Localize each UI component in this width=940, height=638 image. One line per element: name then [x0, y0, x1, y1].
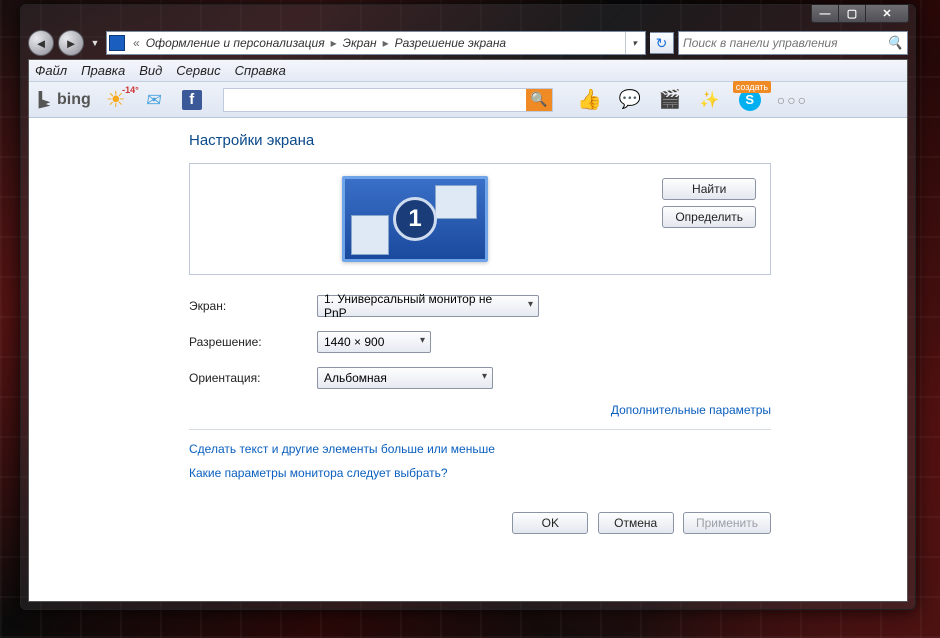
bing-text: bing [57, 91, 91, 109]
menu-help[interactable]: Справка [235, 63, 286, 78]
search-input[interactable] [683, 36, 887, 50]
advanced-settings-link[interactable]: Дополнительные параметры [611, 403, 771, 417]
tools-icon[interactable]: ✨ [697, 87, 723, 113]
ok-button[interactable]: OK [512, 512, 588, 534]
orientation-select[interactable]: Альбомная [317, 367, 493, 389]
search-box[interactable]: 🔍 [678, 31, 908, 55]
forward-button[interactable]: ► [58, 30, 84, 56]
chevron-right-icon: ▸ [327, 36, 341, 50]
window-controls: — ▢ ✕ [812, 5, 909, 23]
menu-view[interactable]: Вид [139, 63, 162, 78]
cancel-button[interactable]: Отмена [598, 512, 674, 534]
skype-badge: создать [733, 81, 771, 93]
apply-button[interactable]: Применить [683, 512, 771, 534]
breadcrumb-resolution[interactable]: Разрешение экрана [395, 36, 506, 50]
toolbar-search-button[interactable]: 🔍 [526, 89, 552, 111]
address-dropdown[interactable]: ▾ [625, 32, 643, 54]
skype-icon[interactable]: создать S [737, 87, 763, 113]
separator [189, 429, 771, 430]
refresh-button[interactable]: ↻ [650, 32, 674, 54]
toolbar-search-input[interactable] [224, 89, 526, 111]
monitor-preview[interactable]: 1 [342, 176, 488, 262]
breadcrumb-display[interactable]: Экран [343, 36, 377, 50]
weather-temp: -14° [122, 85, 139, 95]
like-icon[interactable]: 👍 [577, 87, 603, 113]
mail-icon[interactable]: ✉ [139, 87, 169, 113]
chevron-right-icon: ▸ [379, 36, 393, 50]
help-links: Сделать текст и другие элементы больше и… [189, 442, 771, 480]
resolution-select[interactable]: 1440 × 900 [317, 331, 431, 353]
bing-toolbar: bing ☀-14° ✉ f 🔍 👍 💬 🎬 ✨ создать S ○○○ [29, 82, 907, 118]
close-button[interactable]: ✕ [865, 5, 909, 23]
bing-logo[interactable]: bing [35, 91, 91, 109]
menu-edit[interactable]: Правка [81, 63, 125, 78]
screen-select[interactable]: 1. Универсальный монитор не PnP [317, 295, 539, 317]
settings-grid: Экран: 1. Универсальный монитор не PnP Р… [189, 295, 771, 417]
chat-icon[interactable]: 💬 [617, 87, 643, 113]
monitor-number-badge: 1 [393, 197, 437, 241]
chevron-left-icon: « [129, 36, 144, 50]
maximize-button[interactable]: ▢ [838, 5, 866, 23]
toolbar-right-icons: 👍 💬 🎬 ✨ создать S ○○○ [577, 87, 808, 113]
menu-bar: Файл Правка Вид Сервис Справка [29, 60, 907, 82]
dialog-buttons: OK Отмена Применить [189, 498, 771, 534]
detect-button[interactable]: Определить [662, 206, 756, 228]
find-button[interactable]: Найти [662, 178, 756, 200]
monitor-arrangement-box: 1 Найти Определить [189, 163, 771, 275]
screen-label: Экран: [189, 299, 317, 313]
content-area: Настройки экрана 1 Найти Определить Экра… [29, 118, 907, 601]
bing-icon [35, 91, 53, 109]
menu-file[interactable]: Файл [35, 63, 67, 78]
menu-service[interactable]: Сервис [176, 63, 220, 78]
page-title: Настройки экрана [189, 132, 771, 149]
recent-dropdown[interactable]: ▼ [88, 32, 102, 54]
toolbar-search: 🔍 [223, 88, 553, 112]
facebook-icon[interactable]: f [179, 87, 205, 113]
breadcrumb-appearance[interactable]: Оформление и персонализация [146, 36, 325, 50]
explorer-window: — ▢ ✕ ◄ ► ▼ « Оформление и персонализаци… [20, 4, 916, 610]
resolution-label: Разрешение: [189, 335, 317, 349]
search-icon[interactable]: 🔍 [887, 35, 903, 51]
orientation-label: Ориентация: [189, 371, 317, 385]
minimize-button[interactable]: — [811, 5, 839, 23]
weather-icon[interactable]: ☀-14° [103, 87, 129, 113]
which-settings-link[interactable]: Какие параметры монитора следует выбрать… [189, 466, 771, 480]
control-panel-icon [109, 35, 125, 51]
more-icon[interactable]: ○○○ [777, 92, 808, 108]
address-bar[interactable]: « Оформление и персонализация ▸ Экран ▸ … [106, 31, 646, 55]
navigation-row: ◄ ► ▼ « Оформление и персонализация ▸ Эк… [28, 28, 908, 58]
back-button[interactable]: ◄ [28, 30, 54, 56]
window-client-area: Файл Правка Вид Сервис Справка bing ☀-14… [28, 59, 908, 602]
text-size-link[interactable]: Сделать текст и другие элементы больше и… [189, 442, 771, 456]
media-icon[interactable]: 🎬 [657, 87, 683, 113]
